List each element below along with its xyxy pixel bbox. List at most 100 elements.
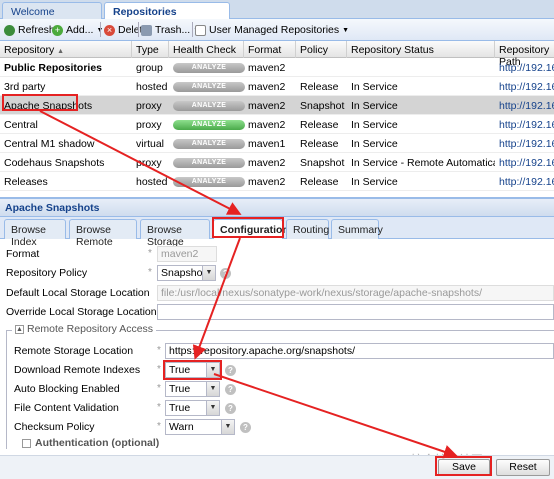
cell-policy: Release xyxy=(300,176,339,188)
tab-repositories[interactable]: Repositories xyxy=(104,2,230,20)
add-button[interactable]: + Add... ▼ xyxy=(52,22,103,38)
file-validation-label: File Content Validation xyxy=(14,402,119,414)
chevron-down-icon: ▼ xyxy=(342,26,350,34)
reset-button[interactable]: Reset xyxy=(496,459,550,476)
help-icon[interactable]: ? xyxy=(225,403,236,414)
cell-status: In Service xyxy=(351,100,398,112)
column-header-repository-path[interactable]: Repository Path xyxy=(495,41,554,68)
cell-name: Public Repositories xyxy=(4,62,103,74)
save-button[interactable]: Save xyxy=(438,459,490,476)
tab-routing[interactable]: Routing xyxy=(286,219,329,239)
cell-policy: Release xyxy=(300,119,339,131)
chevron-down-icon: ▼ xyxy=(206,382,219,396)
required-marker: * xyxy=(157,421,161,432)
collapse-icon[interactable]: ▲ xyxy=(15,324,24,334)
cell-path[interactable]: http://192.168.2... xyxy=(495,153,554,172)
column-header-repository-status[interactable]: Repository Status xyxy=(347,41,495,58)
cell-format: maven2 xyxy=(248,100,286,112)
required-marker: * xyxy=(157,364,161,375)
sort-asc-icon: ▲ xyxy=(57,48,65,55)
checkbox-icon[interactable] xyxy=(22,438,31,448)
cell-format: maven2 xyxy=(248,62,286,74)
table-row[interactable]: Public Repositories group maven2 http://192… xyxy=(0,58,554,77)
help-icon[interactable]: ? xyxy=(225,384,236,395)
override-storage-field[interactable] xyxy=(157,304,554,320)
table-row[interactable]: Codehaus Snapshots proxy maven2 Snapshot In … xyxy=(0,153,554,172)
table-row[interactable]: Central M1 shadow virtual maven1 Release In … xyxy=(0,134,554,153)
file-validation-select[interactable]: True ▼ xyxy=(165,400,220,416)
document-icon xyxy=(195,24,206,36)
download-index-select[interactable]: True ▼ xyxy=(165,362,220,378)
format-field[interactable]: maven2 xyxy=(157,246,217,262)
help-icon[interactable]: ? xyxy=(240,422,251,433)
help-icon[interactable]: ? xyxy=(220,268,231,279)
refresh-label: Refresh xyxy=(18,24,55,36)
table-row[interactable]: Apache Snapshots proxy maven2 Snapshot In Se… xyxy=(0,96,554,115)
analyze-button[interactable]: ANALYZE xyxy=(173,158,245,168)
repositories-grid-header: Repository ▲ Type Health Check Format Po… xyxy=(0,41,554,68)
cell-policy: Snapshot xyxy=(300,157,345,169)
policy-label: Repository Policy xyxy=(6,267,88,279)
analyze-button[interactable]: ANALYZE xyxy=(173,63,245,73)
cell-policy: Release xyxy=(300,81,339,93)
authentication-fieldset-legend[interactable]: Authentication (optional) xyxy=(22,437,159,449)
column-header-type[interactable]: Type xyxy=(132,41,169,58)
tab-summary[interactable]: Summary xyxy=(331,219,383,239)
form-button-bar: Save Reset xyxy=(0,455,554,479)
cell-path[interactable]: http://192.168.2... xyxy=(495,96,554,115)
tab-browse-index[interactable]: Browse Index xyxy=(4,219,66,248)
cell-path[interactable]: http://192.168.2... xyxy=(495,58,554,77)
column-header-format[interactable]: Format xyxy=(244,41,296,58)
default-storage-label: Default Local Storage Location xyxy=(6,287,150,299)
help-icon[interactable]: ? xyxy=(225,365,236,376)
column-header-policy[interactable]: Policy xyxy=(296,41,347,58)
policy-select[interactable]: Snapshot ▼ xyxy=(157,265,216,281)
detail-tab-bar: Browse Index Browse Remote Browse Storag… xyxy=(0,217,554,248)
cell-policy: Release xyxy=(300,138,339,150)
cell-format: maven2 xyxy=(248,176,286,188)
table-row[interactable]: 3rd party hosted maven2 Release In Service ht… xyxy=(0,77,554,96)
auto-blocking-label: Auto Blocking Enabled xyxy=(14,383,120,395)
analyze-button[interactable]: ANALYZE xyxy=(173,139,245,149)
tab-configuration[interactable]: Configuration xyxy=(213,219,289,239)
refresh-button[interactable]: Refresh xyxy=(4,22,55,38)
default-storage-field[interactable]: file:/usr/local/nexus/sonatype-work/nexu… xyxy=(157,285,554,301)
column-header-repository[interactable]: Repository ▲ xyxy=(0,41,132,58)
file-validation-value: True xyxy=(169,402,191,414)
checksum-select[interactable]: Warn ▼ xyxy=(165,419,235,435)
chevron-down-icon: ▼ xyxy=(202,266,215,280)
cell-type: proxy xyxy=(136,119,162,131)
column-label: Repository xyxy=(4,44,55,56)
tab-browse-remote[interactable]: Browse Remote xyxy=(69,219,137,248)
cell-name: Codehaus Snapshots xyxy=(4,157,105,169)
tab-welcome[interactable]: Welcome xyxy=(2,2,102,19)
required-marker: * xyxy=(148,267,152,278)
cell-status: In Service xyxy=(351,81,398,93)
cell-type: group xyxy=(136,62,163,74)
override-storage-label: Override Local Storage Location xyxy=(6,306,157,318)
cell-status xyxy=(347,58,495,77)
analyze-button[interactable]: ANALYZE xyxy=(173,120,245,130)
auto-blocking-select[interactable]: True ▼ xyxy=(165,381,220,397)
cell-type: proxy xyxy=(136,157,162,169)
cell-name: Central M1 shadow xyxy=(4,138,95,150)
trash-icon xyxy=(141,24,152,36)
remote-access-legend[interactable]: ▲ Remote Repository Access xyxy=(12,323,157,335)
table-row[interactable]: Central proxy maven2 Release In Service http:… xyxy=(0,115,554,134)
cell-path[interactable]: http://192.168.2... xyxy=(495,172,554,191)
table-row[interactable]: Releases hosted maven2 Release In Service htt… xyxy=(0,172,554,191)
chevron-down-icon: ▼ xyxy=(206,363,219,377)
analyze-button[interactable]: ANALYZE xyxy=(173,82,245,92)
analyze-button[interactable]: ANALYZE xyxy=(173,177,245,187)
checksum-label: Checksum Policy xyxy=(14,421,95,433)
cell-path[interactable]: http://192.168.2... xyxy=(495,134,554,153)
remote-storage-field[interactable]: https://repository.apache.org/snapshots/ xyxy=(165,343,554,359)
cell-status: In Service xyxy=(351,119,398,131)
user-managed-repositories-dropdown[interactable]: User Managed Repositories ▼ xyxy=(195,22,349,38)
cell-path[interactable]: http://192.168.2... xyxy=(495,77,554,96)
analyze-button[interactable]: ANALYZE xyxy=(173,101,245,111)
trash-label: Trash... xyxy=(155,24,191,36)
cell-path[interactable]: http://192.168.2... xyxy=(495,115,554,134)
column-header-health-check[interactable]: Health Check xyxy=(169,41,244,58)
tab-browse-storage[interactable]: Browse Storage xyxy=(140,219,210,248)
